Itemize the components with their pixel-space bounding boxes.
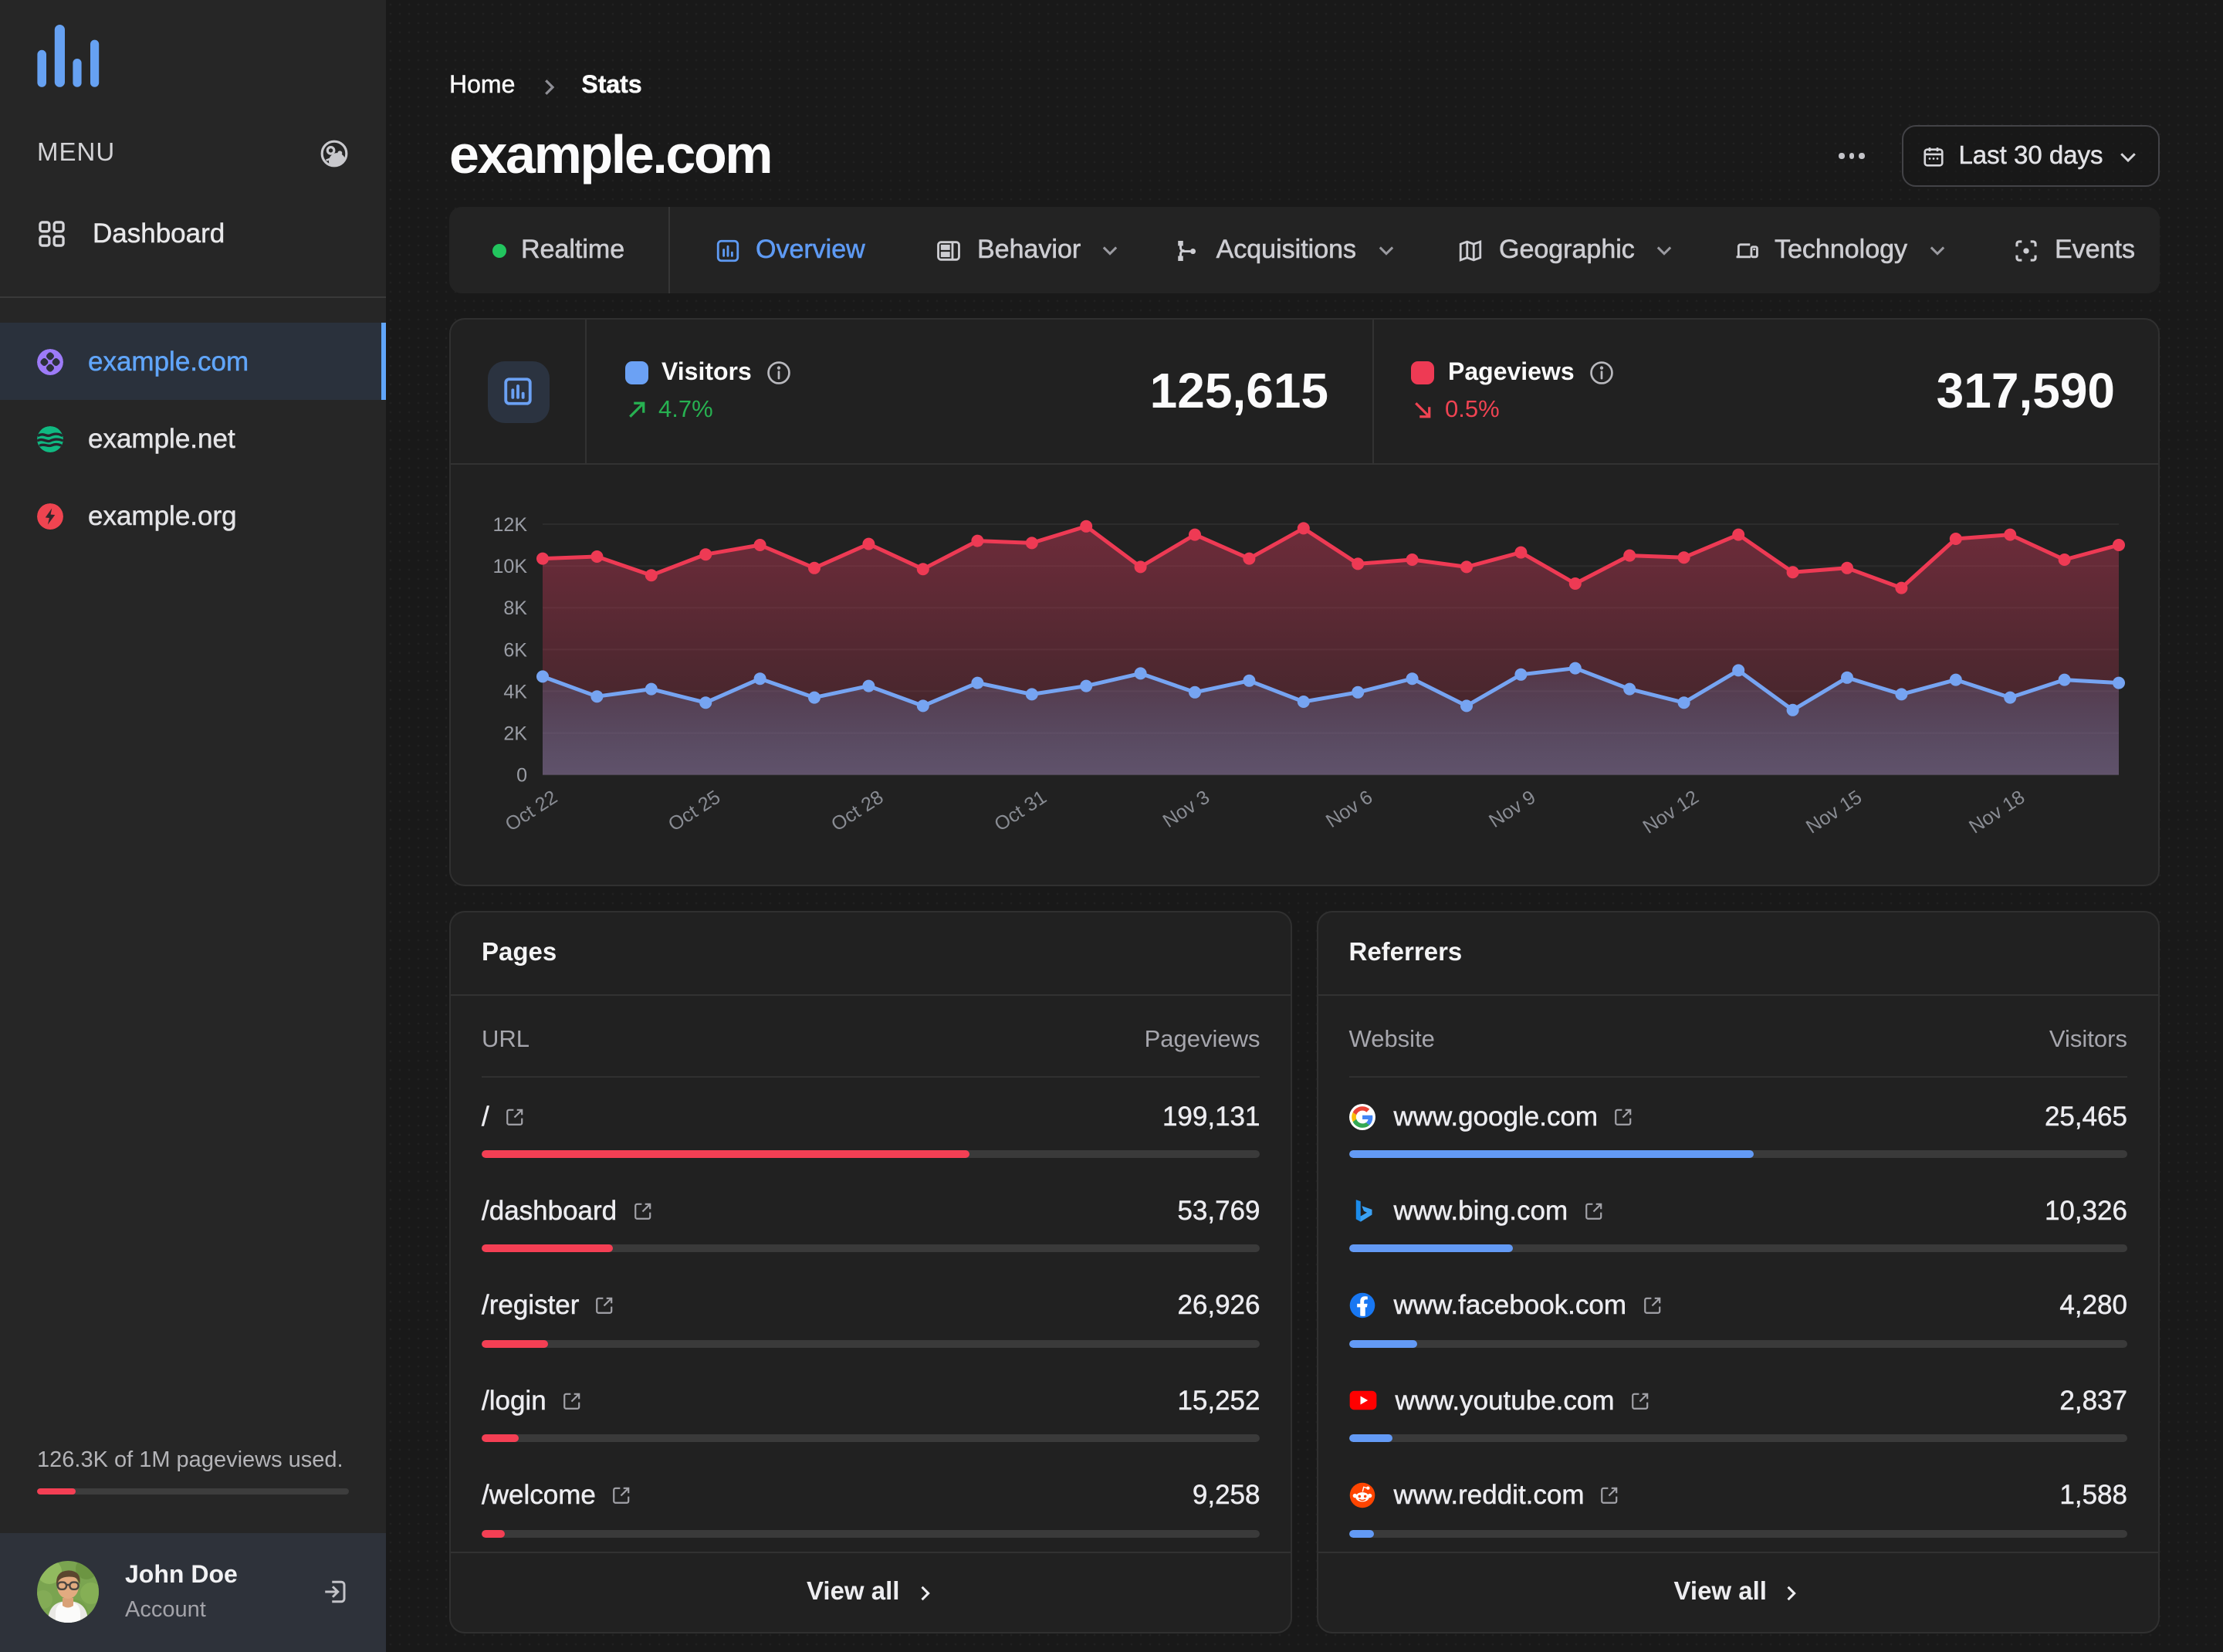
svg-text:0: 0 <box>516 765 527 787</box>
svg-text:Oct 25: Oct 25 <box>665 787 724 836</box>
svg-text:2K: 2K <box>503 723 527 744</box>
svg-text:Nov 12: Nov 12 <box>1639 787 1703 838</box>
svg-text:Nov 15: Nov 15 <box>1802 787 1866 838</box>
svg-text:12K: 12K <box>493 514 528 536</box>
svg-text:Nov 6: Nov 6 <box>1322 787 1376 832</box>
svg-text:Oct 28: Oct 28 <box>827 787 887 836</box>
svg-text:10K: 10K <box>493 556 528 577</box>
svg-text:Nov 9: Nov 9 <box>1485 787 1539 832</box>
svg-text:Nov 3: Nov 3 <box>1159 787 1213 832</box>
svg-text:Oct 31: Oct 31 <box>990 787 1050 836</box>
svg-text:6K: 6K <box>503 639 527 661</box>
svg-text:4K: 4K <box>503 681 527 702</box>
svg-text:8K: 8K <box>503 597 527 619</box>
svg-text:Oct 22: Oct 22 <box>502 787 561 836</box>
svg-text:Nov 18: Nov 18 <box>1965 787 2028 838</box>
